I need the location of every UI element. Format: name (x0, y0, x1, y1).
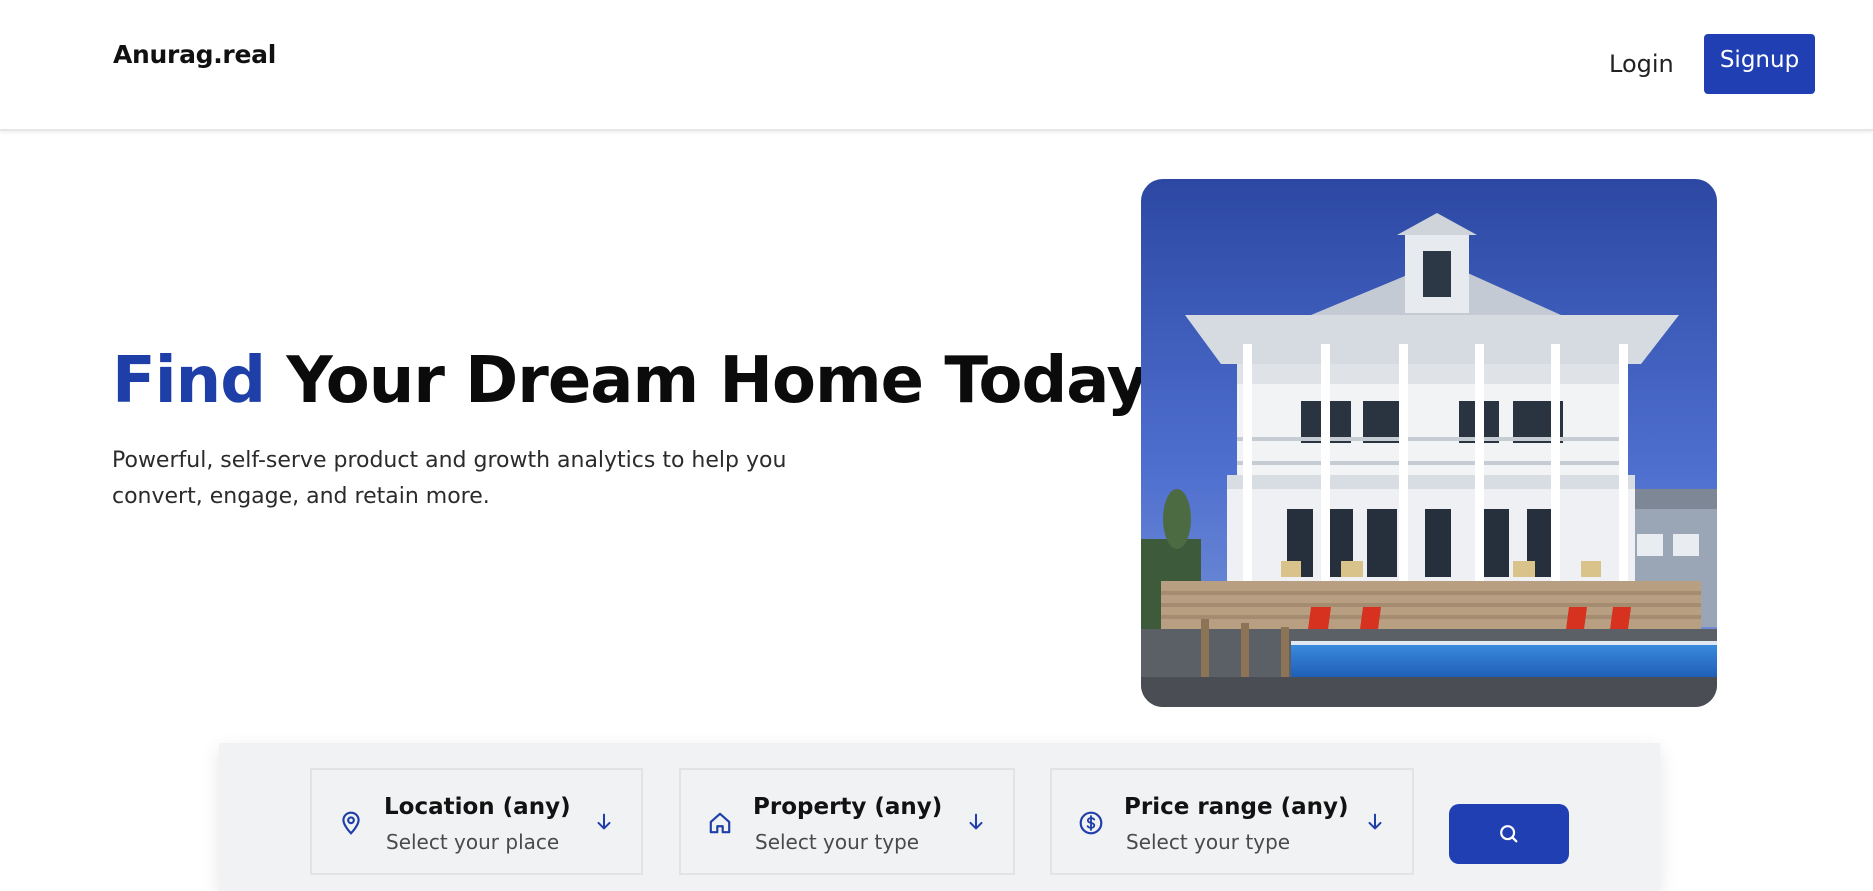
arrow-down-icon (969, 813, 983, 830)
hero-title-rest: Your Dream Home Today! (265, 344, 1176, 418)
login-link[interactable]: Login (1609, 50, 1674, 78)
price-range-filter-title: Price range (any) (1124, 794, 1349, 820)
arrow-down-icon (1368, 813, 1382, 830)
hero-title-accent: Find (112, 344, 266, 418)
property-filter-title: Property (any) (753, 794, 943, 820)
arrow-down-icon (597, 813, 611, 830)
home-icon (709, 812, 731, 834)
search-button[interactable] (1449, 804, 1569, 864)
signup-button[interactable]: Signup (1704, 34, 1815, 94)
property-filter-subtitle: Select your type (755, 830, 920, 854)
price-range-filter-subtitle: Select your type (1126, 830, 1291, 854)
logo[interactable]: Anurag.real (113, 40, 276, 69)
hero-title: Find Your Dream Home Today! (112, 344, 1176, 418)
location-filter-subtitle: Select your place (386, 830, 560, 854)
search-panel: Location (any) Select your place Propert… (219, 743, 1660, 891)
property-filter[interactable]: Property (any) Select your type (679, 768, 1015, 875)
price-range-filter[interactable]: Price range (any) Select your type (1050, 768, 1414, 875)
location-filter-title: Location (any) (384, 794, 571, 820)
map-pin-icon (342, 811, 360, 835)
site-header: Anurag.real Login Signup (0, 0, 1873, 131)
location-filter[interactable]: Location (any) Select your place (310, 768, 643, 875)
dollar-circle-icon (1079, 811, 1103, 835)
house-photo (1141, 179, 1717, 707)
hero-subtitle: Powerful, self-serve product and growth … (112, 448, 787, 509)
search-icon (1500, 825, 1518, 843)
